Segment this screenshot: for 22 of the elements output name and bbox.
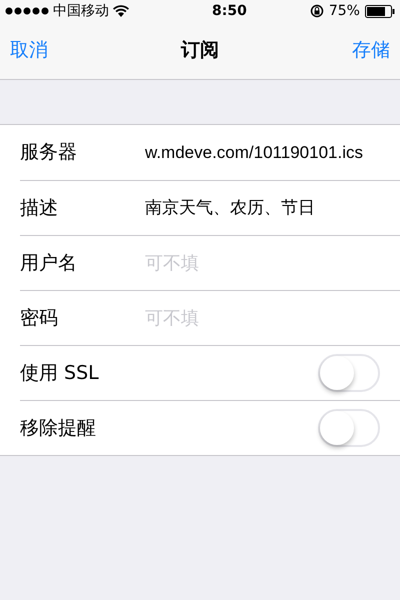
text-field[interactable]: 可不填 [145, 304, 380, 332]
row-label: 移除提醒 [20, 416, 97, 441]
text-field[interactable]: 南京天气、农历、节日 [145, 195, 395, 221]
toggle-switch[interactable] [318, 409, 380, 447]
carrier-name: 中国移动 [53, 2, 109, 20]
battery-icon [364, 4, 395, 18]
rotation-lock-icon [310, 4, 324, 18]
row-label: 描述 [20, 196, 59, 221]
row-label: 使用 SSL [20, 360, 100, 386]
battery-percent: 75% [328, 2, 360, 20]
wifi-icon [113, 5, 129, 17]
text-field[interactable]: 可不填 [145, 250, 380, 276]
save-button[interactable]: 存储 [352, 36, 390, 65]
toggle-switch[interactable] [318, 354, 380, 392]
row-label: 用户名 [20, 250, 78, 276]
text-field[interactable]: w.mdeve.com/101190101.ics [145, 140, 395, 166]
clock-time: 8:50 [212, 2, 247, 20]
row-label: 密码 [20, 306, 59, 331]
signal-icon [5, 7, 49, 15]
row-label: 服务器 [20, 140, 78, 166]
cancel-button[interactable]: 取消 [10, 36, 48, 65]
page-title: 订阅 [181, 38, 219, 64]
